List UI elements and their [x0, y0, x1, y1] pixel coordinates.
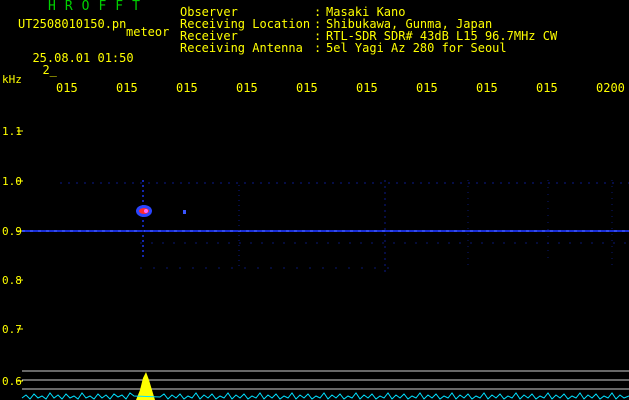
spectrum-trace	[21, 392, 629, 400]
carrier-trace	[22, 182, 629, 269]
noise-columns	[142, 180, 613, 272]
spectrogram	[21, 180, 629, 400]
meteor-echo	[136, 205, 186, 217]
spectrum-baseline	[22, 370, 629, 390]
